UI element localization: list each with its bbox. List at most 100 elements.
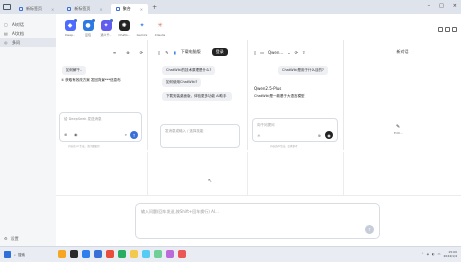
download-icon[interactable]: ▮ [174,50,176,55]
sidebar-toggle-icon[interactable]: ▯ [158,50,160,55]
selected-badge [110,19,113,22]
doubao-composer[interactable]: 发消息或输入 / 选择技能 [160,124,240,148]
volume-icon[interactable]: ◐ [432,252,435,256]
suggestion-chip[interactable]: ChatWiki的技术原理是什么? [162,66,216,75]
share-icon[interactable]: ⇪ [302,50,305,55]
app-icon [3,4,11,10]
browser-icon[interactable] [82,250,90,258]
refresh-icon[interactable]: ⟳ [295,50,298,55]
suggestion-chip[interactable]: 下载安装桌面版，体验更多功能 AI助手 [162,92,232,101]
ai-app-tongyi[interactable]: ✦ 通义千.. [98,19,114,37]
chat-icon[interactable]: ▭ [260,50,264,55]
gear-icon: ⚙ [4,236,8,241]
app-icon[interactable] [142,250,150,258]
send-button[interactable]: ↑ [130,131,138,139]
folder-icon[interactable] [130,250,138,258]
new-tab-icon[interactable]: + [152,4,157,11]
close-button[interactable]: × [453,3,457,9]
ai-app-label: Deep.. [65,33,75,37]
attach-icon[interactable]: ⊕ [318,133,321,138]
tab-page-icon [115,7,120,11]
sidebar-item-compare[interactable]: ◎ 多问 [0,38,56,47]
composer-placeholder: 向千问提问 [257,123,275,127]
new-chat-icon[interactable]: ⊕ [126,50,129,55]
app-icon[interactable] [166,250,174,258]
clock[interactable]: 15:00 2024/1/4 [444,250,457,258]
panel-deepseek: ≡ ⊕ ⟳ 如何解千.. ① 获取有效改方案 发回背景***信息布 给 Deep… [56,40,148,150]
sidebar-item-ai-chat[interactable]: ▢ AI对话 [0,20,56,29]
user-message: ChatWiki是用于什么目的? [278,66,328,75]
main-question-input[interactable]: 输入问题(回车发送,按Shift+回车换行) AI... ↑ [135,203,380,239]
send-button[interactable]: ◉ [325,131,333,139]
tab-3[interactable]: 聚合 × [110,4,149,14]
ai-app-label: ChatG.. [118,33,130,37]
app-icon[interactable] [106,250,114,258]
windows-start-icon[interactable] [4,251,11,258]
weather-icon[interactable] [58,250,66,258]
main-send-button[interactable]: ↑ [365,225,374,234]
deepseek-composer[interactable]: 给 DeepSeek 发送消息 ⊕ ◉ ⌕ ↑ [59,112,142,142]
network-icon[interactable]: ◈ [427,252,429,256]
ai-app-chatgpt[interactable]: ✺ ChatG.. [116,20,132,37]
store-icon[interactable] [94,250,102,258]
tab-1[interactable]: 新标签页 × [14,4,59,14]
settings-button[interactable]: ⚙ 设置 [4,236,19,242]
layout-2-icon[interactable] [438,27,443,32]
attach-icon[interactable]: ⊕ [64,132,67,137]
app-icon[interactable] [154,250,162,258]
edit-icon[interactable]: ✎ [165,50,168,55]
ai-app-doubao[interactable]: ● 豆包 [80,19,96,37]
empty-cell [56,152,148,196]
paperclip-icon[interactable]: ⌕ [125,132,127,137]
sidebar: ▢ AI对话 ▤ AI文档 ◎ 多问 ⚙ 设置 [0,14,56,246]
ai-app-deepseek[interactable]: ◆ Deep.. [62,19,78,37]
tab-page-icon [67,7,72,11]
tab-2[interactable]: 新标签页 × [62,4,107,14]
system-tray: ⌃ ◈ ◐ ▭ 15:00 2024/1/4 [421,250,457,258]
date: 2024/1/4 [443,254,457,258]
empty-cell [344,152,461,196]
selected-badge [92,19,95,22]
chevron-up-icon[interactable]: ⌃ [421,252,424,256]
model-name: Qwen2.5-Plus [254,86,282,91]
app-icon[interactable] [178,250,186,258]
selected-badge [74,19,77,22]
taskbar-search[interactable]: ⌕ 搜索 [14,251,38,259]
composer-placeholder: 发消息或输入 / 选择技能 [165,129,204,133]
deep-think-toggle[interactable]: ⚛ [257,133,261,138]
tab-close-icon[interactable]: × [99,7,102,12]
minimize-button[interactable]: – [428,3,431,9]
menu-icon[interactable]: ≡ [113,50,116,55]
composer-placeholder: 给 DeepSeek 发送消息 [64,117,102,121]
layout-switcher [438,27,457,32]
panel-doubao: ▯ ✎ ▮ 下载电脑版 登录 ChatWiki的技术原理是什么? 如何使用Cha… [148,40,248,150]
ai-app-claude[interactable]: ✳ Claude [152,20,168,37]
maximize-button[interactable]: □ [439,3,444,9]
ai-app-gemini[interactable]: ✦ Gemini [134,20,150,37]
layout-3-icon[interactable] [445,27,450,32]
tab-close-icon[interactable]: × [51,7,54,12]
empty-cell [148,152,248,196]
ai-app-label: 豆包 [84,33,91,37]
refresh-icon[interactable]: ⟳ [140,50,143,55]
ai-app-label: Claude [154,33,166,37]
download-label[interactable]: 下载电脑版 [181,49,201,55]
ai-app-label: Gemini [136,33,148,37]
panel-chatgpt: 新对话 ✎ Edit... [344,40,461,150]
sidebar-item-ai-doc[interactable]: ▤ AI文档 [0,29,56,38]
layout-4-icon[interactable] [452,27,457,32]
app-icon[interactable] [118,250,126,258]
user-message: 如何解千.. [62,66,87,75]
login-button[interactable]: 登录 [211,48,228,56]
chevron-down-icon[interactable]: ⌄ [287,50,290,55]
task-view-icon[interactable] [70,250,78,258]
suggestion-chip[interactable]: 如何使用ChatWiki? [162,78,202,87]
model-selector[interactable]: Qwen... [268,50,283,55]
tab-close-icon[interactable]: × [140,7,143,12]
sidebar-toggle-icon[interactable]: ▯ [254,50,256,55]
sidebar-item-label: AI文档 [12,30,24,36]
battery-icon[interactable]: ▭ [438,252,441,256]
edit-icon[interactable]: ✎ [396,124,400,130]
mode-icon[interactable]: ◉ [74,132,78,137]
qwen-composer[interactable]: 向千问提问 ⚛ ⊕ ◉ [252,118,338,142]
